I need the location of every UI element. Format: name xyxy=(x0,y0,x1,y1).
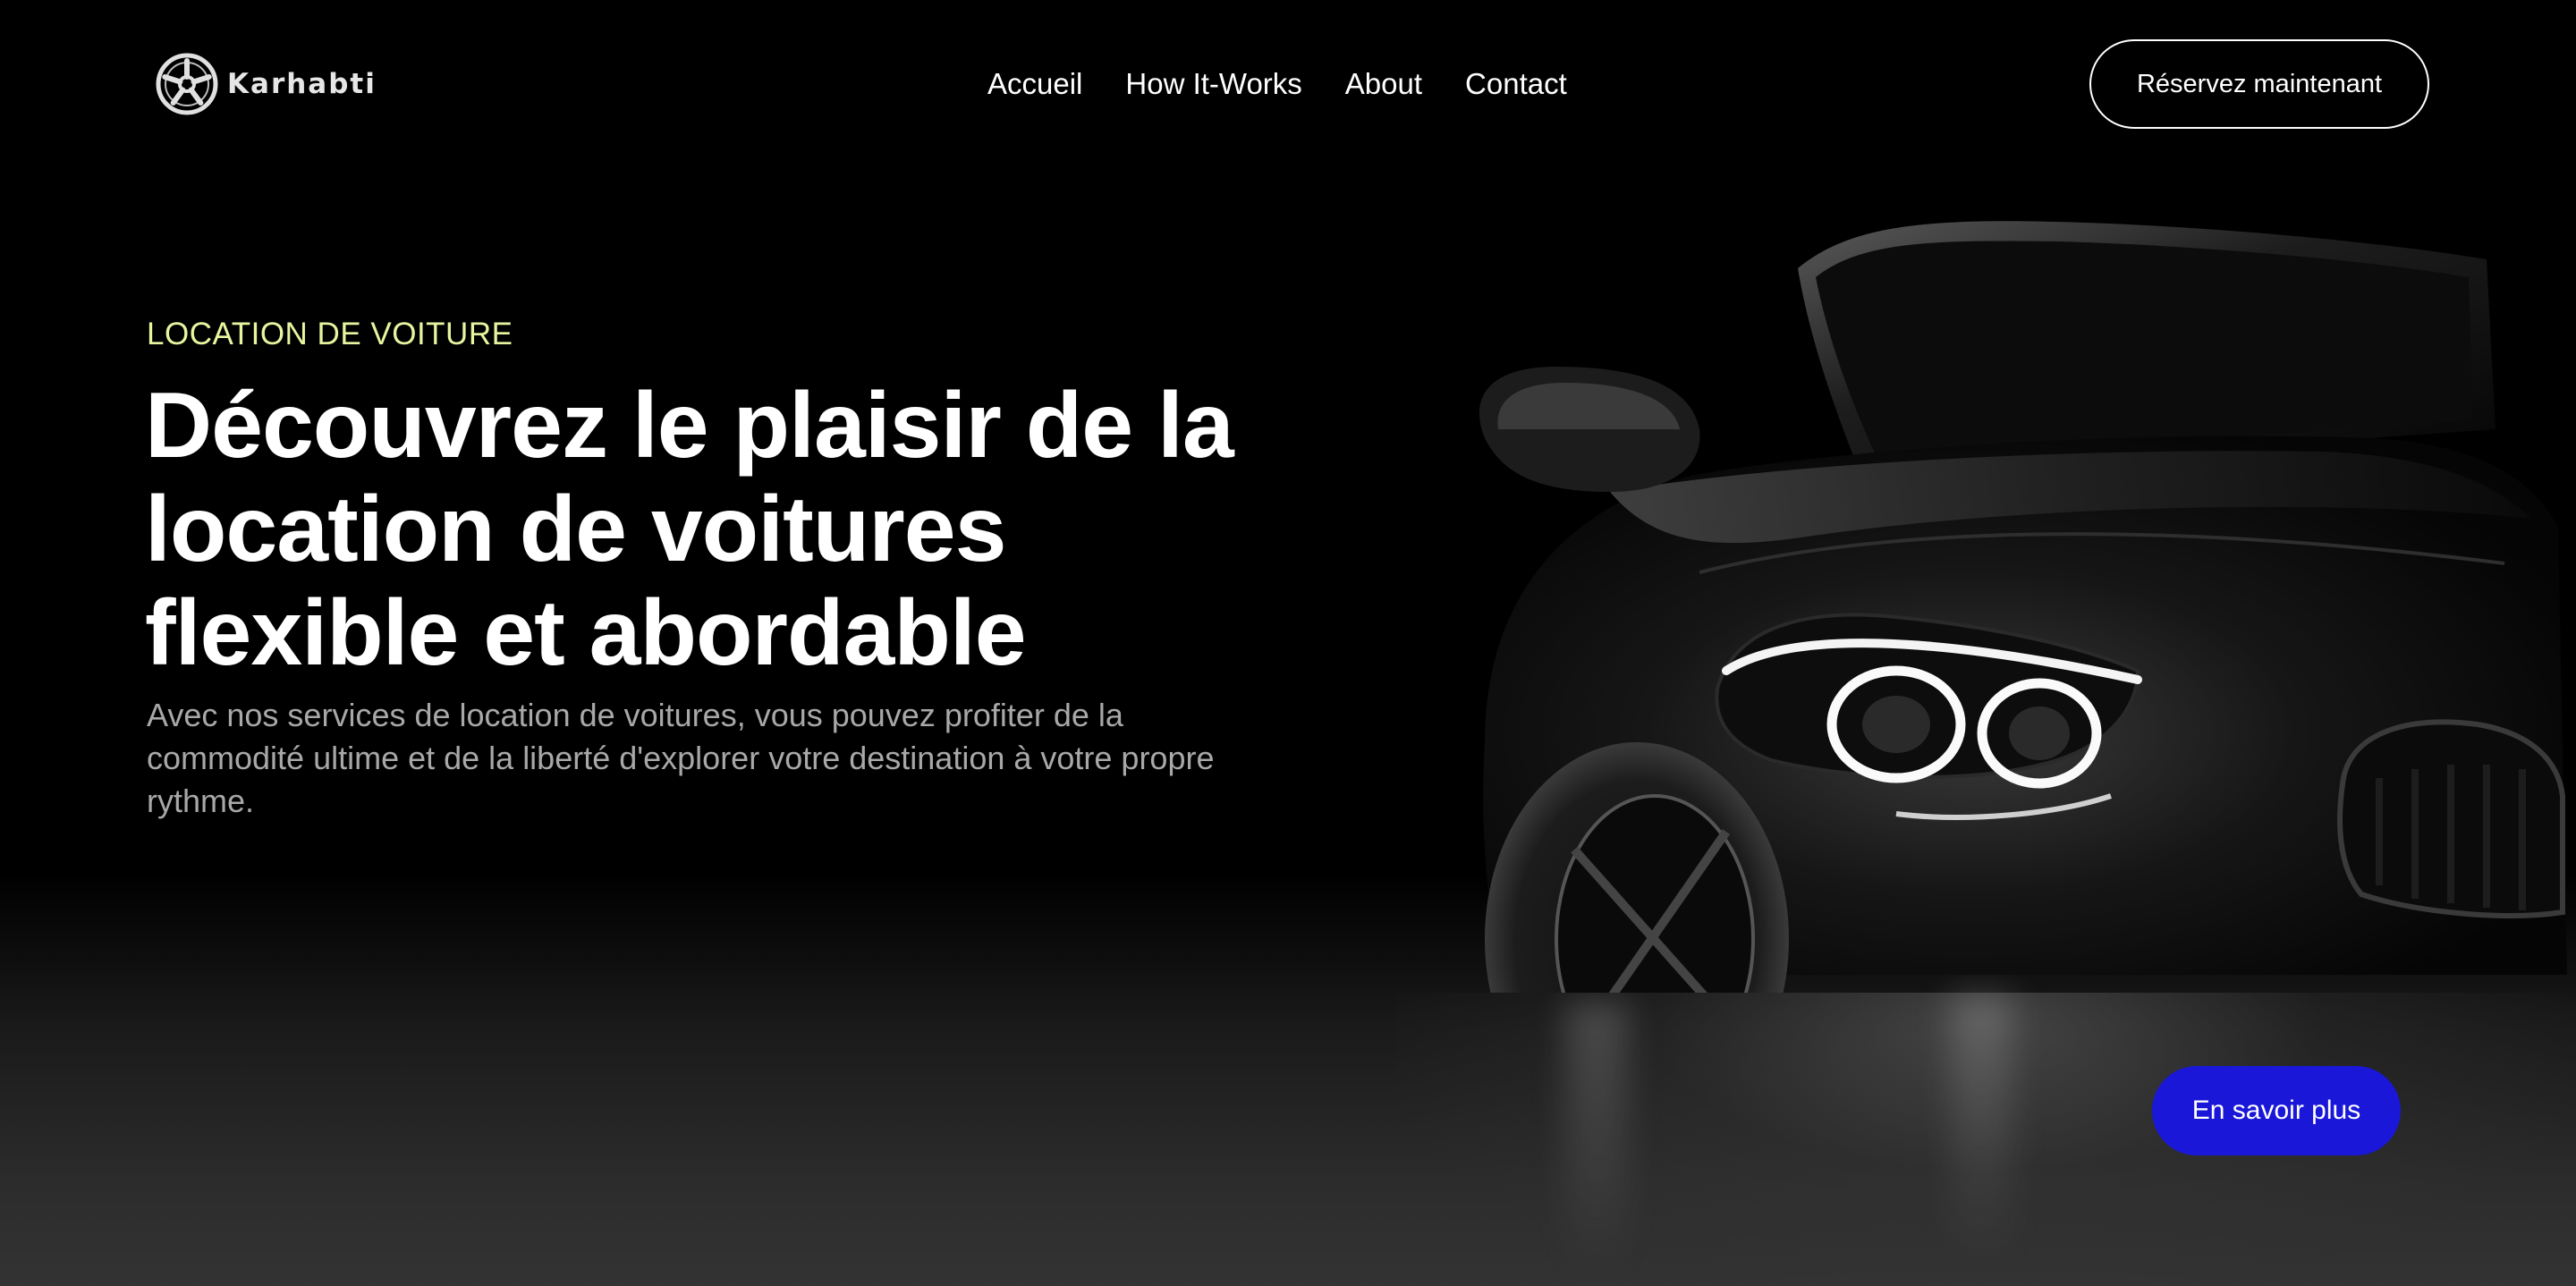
nav-item-about[interactable]: About xyxy=(1345,67,1422,101)
navbar: Karhabti Accueil How It-Works About Cont… xyxy=(0,0,2576,170)
nav-item-contact[interactable]: Contact xyxy=(1465,67,1567,101)
headline-line: location de voitures xyxy=(145,478,1006,581)
learn-more-button[interactable]: En savoir plus xyxy=(2152,1066,2401,1155)
book-now-button[interactable]: Réservez maintenant xyxy=(2089,39,2429,129)
car-image xyxy=(1479,221,2567,993)
hero-page: Karhabti Accueil How It-Works About Cont… xyxy=(0,0,2576,1286)
hero-headline: Découvrez le plaisir de la location de v… xyxy=(145,374,1308,685)
wheel-rim-icon xyxy=(156,53,218,115)
floor-light-streak xyxy=(1950,993,2012,1261)
headline-line: flexible et abordable xyxy=(145,581,1027,685)
hero-eyebrow: LOCATION DE VOITURE xyxy=(147,317,513,351)
brand-logo[interactable]: Karhabti xyxy=(156,52,377,116)
main-nav: Accueil How It-Works About Contact xyxy=(987,61,1567,107)
brand-name: Karhabti xyxy=(227,68,377,100)
floor-light-streak xyxy=(1565,1002,1628,1270)
nav-item-accueil[interactable]: Accueil xyxy=(987,67,1082,101)
hero-description: Avec nos services de location de voiture… xyxy=(147,697,1215,819)
nav-item-how-it-works[interactable]: How It-Works xyxy=(1125,67,1301,101)
headline-line: Découvrez le plaisir de la xyxy=(145,374,1234,478)
